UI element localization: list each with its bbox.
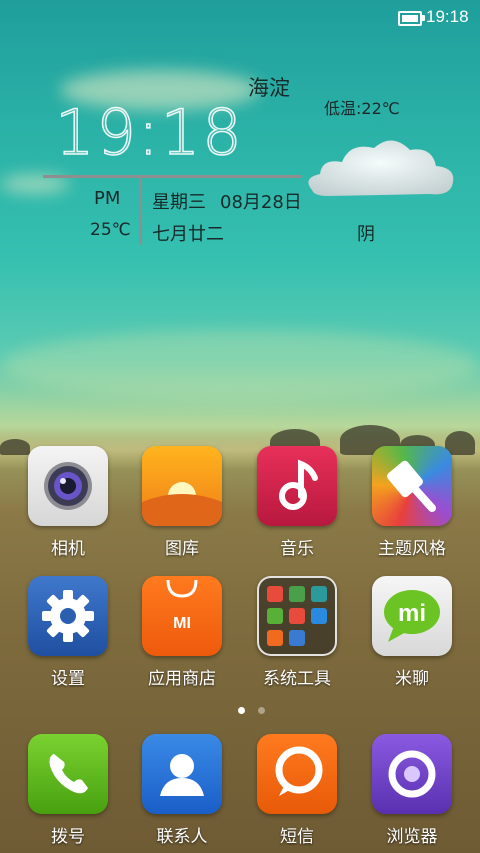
app-label: 设置 bbox=[51, 669, 85, 689]
music-icon bbox=[257, 446, 337, 526]
ampm-label: PM bbox=[94, 188, 121, 209]
camera-icon bbox=[28, 446, 108, 526]
app-label: 米聊 bbox=[395, 669, 429, 689]
svg-text:MI: MI bbox=[173, 615, 191, 632]
widget-divider-h bbox=[43, 175, 301, 178]
folder-icon bbox=[257, 576, 337, 656]
app-camera[interactable]: 相机 bbox=[18, 446, 118, 559]
contact-icon bbox=[142, 734, 222, 814]
lunar-date-label: 七月廿二 bbox=[152, 224, 224, 245]
gear-icon bbox=[28, 576, 108, 656]
page-dot bbox=[258, 707, 266, 714]
app-label: 音乐 bbox=[280, 539, 314, 559]
app-store[interactable]: MI 应用商店 bbox=[132, 576, 232, 689]
app-label: 相机 bbox=[51, 539, 85, 559]
app-label: 浏览器 bbox=[386, 827, 438, 847]
theme-brush-icon bbox=[372, 446, 452, 526]
app-settings[interactable]: 设置 bbox=[18, 576, 118, 689]
app-label: 系统工具 bbox=[263, 669, 331, 689]
dock-messages[interactable]: 短信 bbox=[247, 734, 347, 847]
weather-condition-label: 阴 bbox=[357, 224, 375, 245]
low-temp-label: 低温:22℃ bbox=[324, 99, 400, 118]
app-label: 图库 bbox=[165, 539, 199, 559]
battery-icon bbox=[398, 11, 425, 26]
phone-icon bbox=[28, 734, 108, 814]
message-icon bbox=[257, 734, 337, 814]
page-dot-active bbox=[238, 707, 245, 714]
status-time: 19:18 bbox=[426, 7, 469, 26]
app-label: 主题风格 bbox=[378, 539, 446, 559]
weather-clock-widget[interactable]: 海淀 19:18 低温:22℃ PM 星期三 08月28日 25℃ 七月廿二 阴 bbox=[0, 60, 480, 250]
browser-icon bbox=[372, 734, 452, 814]
dock-browser[interactable]: 浏览器 bbox=[362, 734, 462, 847]
dock-contacts[interactable]: 联系人 bbox=[132, 734, 232, 847]
app-folder-system-tools[interactable]: 系统工具 bbox=[247, 576, 347, 689]
app-gallery[interactable]: 图库 bbox=[132, 446, 232, 559]
cloud-icon bbox=[308, 140, 454, 196]
city-label: 海淀 bbox=[248, 76, 290, 100]
app-label: 应用商店 bbox=[148, 669, 216, 689]
app-label: 短信 bbox=[280, 827, 314, 847]
date-label: 08月28日 bbox=[220, 192, 302, 213]
gallery-icon bbox=[142, 446, 222, 526]
widget-clock: 19:18 bbox=[54, 95, 244, 170]
weekday-label: 星期三 bbox=[152, 192, 206, 213]
app-miliao[interactable]: mi 米聊 bbox=[362, 576, 462, 689]
shopping-bag-icon: MI bbox=[142, 576, 222, 656]
wallpaper-haze bbox=[0, 330, 480, 400]
app-label: 拨号 bbox=[51, 827, 85, 847]
dock-dialer[interactable]: 拨号 bbox=[18, 734, 118, 847]
page-indicator bbox=[234, 699, 269, 718]
app-label: 联系人 bbox=[156, 827, 208, 847]
widget-divider-v bbox=[139, 175, 142, 245]
status-bar: 19:18 bbox=[0, 0, 480, 36]
app-music[interactable]: 音乐 bbox=[247, 446, 347, 559]
temperature-label: 25℃ bbox=[90, 220, 131, 240]
chat-bubble-icon: mi bbox=[372, 576, 452, 656]
app-themes[interactable]: 主题风格 bbox=[362, 446, 462, 559]
svg-text:mi: mi bbox=[398, 600, 426, 627]
